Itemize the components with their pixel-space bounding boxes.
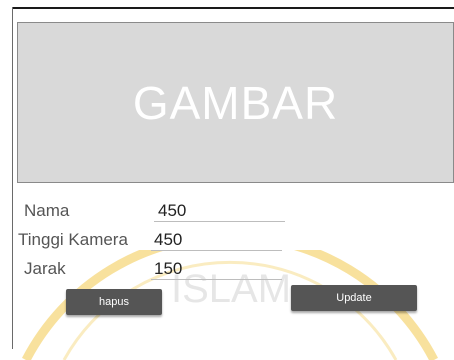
watermark-text: ISLAM — [171, 267, 291, 311]
field-underline-jarak — [151, 279, 282, 280]
field-value-jarak[interactable]: 150 — [154, 259, 182, 279]
window-left-border — [12, 7, 13, 349]
field-label-jarak: Jarak — [24, 259, 66, 278]
field-value-tinggi-kamera[interactable]: 450 — [154, 230, 182, 250]
update-button[interactable]: Update — [291, 285, 417, 311]
field-underline-nama — [154, 221, 285, 222]
hapus-button[interactable]: hapus — [66, 289, 162, 315]
window-top-border — [12, 7, 454, 9]
image-placeholder-label: GAMBAR — [132, 76, 339, 129]
image-placeholder: GAMBAR — [17, 22, 454, 183]
field-value-nama[interactable]: 450 — [158, 201, 186, 221]
field-label-nama: Nama — [24, 201, 70, 220]
field-underline-tinggi-kamera — [151, 250, 282, 251]
field-label-tinggi-kamera: Tinggi Kamera — [18, 230, 128, 249]
